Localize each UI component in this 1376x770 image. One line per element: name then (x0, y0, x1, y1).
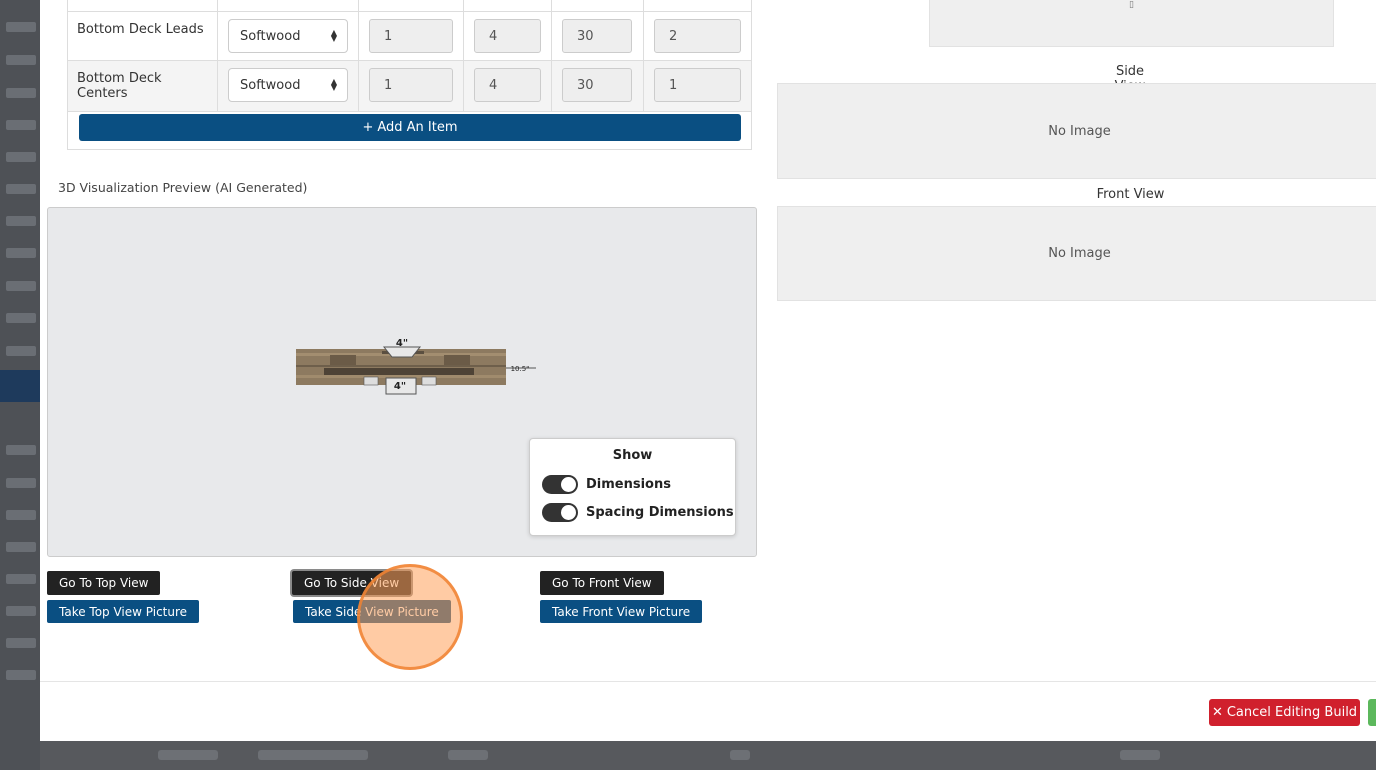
table-row (67, 0, 752, 12)
background-nav-active (0, 370, 40, 402)
background-chip (448, 750, 488, 760)
item-name: Bottom Deck Leads (67, 11, 218, 61)
front-view-label: Front View (1096, 187, 1165, 202)
spacing-dimensions-toggle-row: Spacing Dimensions (542, 503, 734, 522)
wood-type-value: Softwood (240, 77, 301, 93)
background-nav-item (6, 88, 36, 98)
dimensions-toggle-row: Dimensions (542, 475, 671, 494)
go-to-top-view-button[interactable]: Go To Top View (47, 571, 161, 595)
dimensions-toggle-label: Dimensions (586, 477, 671, 492)
background-chip (730, 750, 750, 760)
take-side-view-picture-button[interactable]: Take Side View Picture (293, 600, 451, 623)
background-nav-item (6, 281, 36, 291)
background-nav-item (6, 152, 36, 162)
go-to-front-view-button[interactable]: Go To Front View (540, 571, 664, 595)
take-top-view-picture-button[interactable]: Take Top View Picture (47, 600, 200, 623)
add-item-button[interactable]: + Add An Item (79, 114, 741, 141)
show-options-panel: Show Dimensions Spacing Dimensions (529, 438, 736, 536)
go-to-side-view-button[interactable]: Go To Side View (292, 571, 412, 595)
background-nav-item (6, 445, 36, 455)
thickness-field[interactable]: 4 (474, 68, 541, 102)
visualization-canvas[interactable]: 4" 4" 10.5" Show Dimensions Spacing Dime… (47, 207, 757, 557)
thickness-field[interactable]: 4 (474, 19, 541, 53)
modal-footer: ✕ Cancel Editing Build (40, 681, 1376, 741)
pallet-3d-model: 4" 4" 10.5" (296, 338, 536, 395)
add-item-label: Add An Item (377, 120, 458, 135)
count-field[interactable]: 2 (654, 19, 741, 53)
items-table: Bottom Deck Leads Softwood ▲ ▼ 1 4 30 2 B… (67, 0, 752, 112)
background-nav-item (6, 55, 36, 65)
add-item-row: + Add An Item (67, 108, 752, 150)
take-front-view-picture-button[interactable]: Take Front View Picture (540, 600, 703, 623)
select-arrows-icon: ▲ ▼ (330, 28, 337, 43)
quantity-field[interactable]: 1 (369, 19, 453, 53)
visualization-title: 3D Visualization Preview (AI Generated) (58, 180, 308, 195)
length-field[interactable]: 30 (562, 68, 632, 102)
background-nav-item (6, 606, 36, 616)
background-nav-item (6, 670, 36, 680)
wood-type-select[interactable]: Softwood ▲ ▼ (228, 68, 348, 102)
background-nav-item (6, 216, 36, 226)
background-nav-item (6, 22, 36, 32)
background-nav-item (6, 510, 36, 520)
spacing-dimensions-toggle[interactable] (542, 503, 578, 522)
background-nav-item (6, 542, 36, 552)
cancel-editing-build-label: Cancel Editing Build (1226, 705, 1358, 720)
background-nav-item (6, 574, 36, 584)
count-field[interactable]: 1 (654, 68, 741, 102)
dimension-label-top: 4" (396, 338, 408, 349)
background-nav-item (6, 346, 36, 356)
table-row: Bottom Deck Leads Softwood ▲ ▼ 1 4 30 2 (67, 11, 752, 61)
background-nav-item (6, 313, 36, 323)
dimensions-toggle[interactable] (542, 475, 578, 494)
background-sidebar (0, 0, 40, 770)
dimension-label-right: 10.5" (511, 365, 530, 373)
background-nav-item (6, 120, 36, 130)
item-name: Bottom Deck Centers (67, 60, 218, 112)
toggle-knob (561, 505, 576, 520)
background-table-row (40, 741, 1376, 770)
wood-type-value: Softwood (240, 28, 301, 44)
save-build-button[interactable] (1368, 699, 1376, 726)
background-nav-item (6, 248, 36, 258)
wood-type-select[interactable]: Softwood ▲ ▼ (228, 19, 348, 53)
close-icon: ✕ (1211, 705, 1223, 720)
modal-body: Bottom Deck Leads Softwood ▲ ▼ 1 4 30 2 B… (40, 0, 1376, 681)
top-view-image: ▯ (929, 0, 1334, 47)
dimension-label-bottom: 4" (394, 381, 406, 392)
show-panel-title: Show (612, 448, 653, 463)
background-nav-item (6, 478, 36, 488)
background-nav-item (6, 184, 36, 194)
edit-build-modal: Bottom Deck Leads Softwood ▲ ▼ 1 4 30 2 B… (40, 0, 1376, 741)
background-chip (1120, 750, 1160, 760)
background-chip (158, 750, 218, 760)
quantity-field[interactable]: 1 (369, 68, 453, 102)
toggle-knob (561, 477, 576, 492)
cancel-editing-build-button[interactable]: ✕ Cancel Editing Build (1209, 699, 1360, 726)
background-nav-item (6, 638, 36, 648)
plus-icon: + (362, 120, 374, 135)
front-view-image: No Image (777, 206, 1376, 301)
spacing-dimensions-toggle-label: Spacing Dimensions (586, 505, 734, 520)
length-field[interactable]: 30 (562, 19, 632, 53)
background-chip (258, 750, 368, 760)
table-row: Bottom Deck Centers Softwood ▲ ▼ 1 4 30 1 (67, 60, 752, 112)
select-arrows-icon: ▲ ▼ (330, 77, 337, 92)
side-view-image: No Image (777, 83, 1376, 179)
image-marker-icon: ▯ (1129, 0, 1134, 10)
